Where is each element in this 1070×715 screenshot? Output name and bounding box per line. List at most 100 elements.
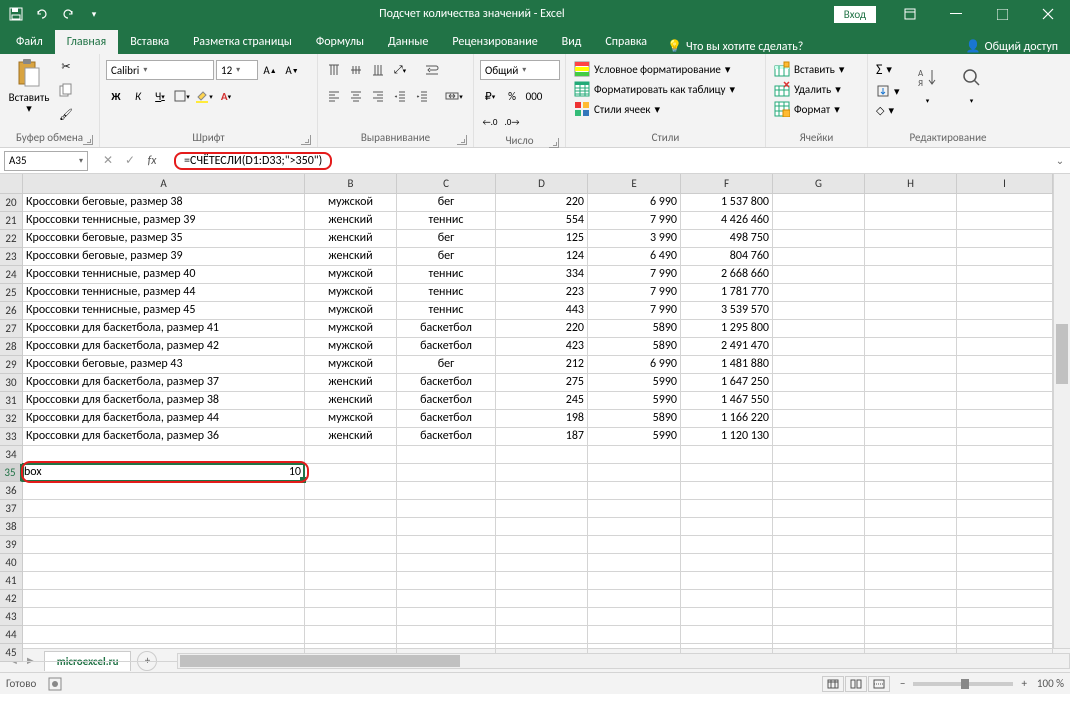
cell[interactable] <box>957 572 1053 590</box>
tab-help[interactable]: Справка <box>593 30 659 54</box>
decrease-font-button[interactable]: A▼ <box>282 60 302 80</box>
cell[interactable] <box>773 338 865 356</box>
cell[interactable]: мужской <box>305 302 397 320</box>
number-format-combo[interactable]: Общий▾ <box>480 60 560 80</box>
cell[interactable] <box>588 554 681 572</box>
cell[interactable] <box>23 482 305 500</box>
row-header[interactable]: 29 <box>0 356 22 374</box>
cell[interactable] <box>588 572 681 590</box>
cell[interactable] <box>23 446 305 464</box>
cell[interactable] <box>957 410 1053 428</box>
tab-pagelayout[interactable]: Разметка страницы <box>181 30 304 54</box>
cell[interactable] <box>865 392 957 410</box>
find-select-button[interactable]: ▾ <box>954 60 990 107</box>
cell[interactable]: 187 <box>496 428 588 446</box>
cell[interactable]: теннис <box>397 266 496 284</box>
increase-font-button[interactable]: A▲ <box>260 60 280 80</box>
cell[interactable] <box>957 626 1053 644</box>
cell[interactable] <box>588 446 681 464</box>
row-header[interactable]: 38 <box>0 518 22 536</box>
cell[interactable]: Кроссовки теннисные, размер 44 <box>23 284 305 302</box>
cell[interactable] <box>957 194 1053 212</box>
tab-review[interactable]: Рецензирование <box>440 30 549 54</box>
cell[interactable]: 2 491 470 <box>681 338 773 356</box>
cell[interactable] <box>588 464 681 482</box>
cell[interactable] <box>773 284 865 302</box>
cell[interactable]: теннис <box>397 302 496 320</box>
row-header[interactable]: 41 <box>0 572 22 590</box>
insert-function-button[interactable]: fx <box>142 151 162 171</box>
cell[interactable] <box>681 536 773 554</box>
cell[interactable] <box>865 410 957 428</box>
tab-insert[interactable]: Вставка <box>118 30 181 54</box>
cell[interactable] <box>957 212 1053 230</box>
wrap-text-button[interactable] <box>422 60 442 80</box>
cell[interactable] <box>496 536 588 554</box>
cell[interactable] <box>397 572 496 590</box>
cell[interactable]: баскетбол <box>397 410 496 428</box>
cell[interactable]: Кроссовки для баскетбола, размер 36 <box>23 428 305 446</box>
cell[interactable] <box>588 626 681 644</box>
cell[interactable] <box>588 482 681 500</box>
cell[interactable] <box>681 626 773 644</box>
font-size-combo[interactable]: 12▾ <box>216 60 258 80</box>
align-center-button[interactable] <box>346 86 366 106</box>
cell[interactable] <box>773 482 865 500</box>
cell[interactable] <box>588 536 681 554</box>
row-header[interactable]: 28 <box>0 338 22 356</box>
cell[interactable] <box>865 248 957 266</box>
cell[interactable]: 198 <box>496 410 588 428</box>
cell[interactable] <box>305 482 397 500</box>
cell[interactable]: 7 990 <box>588 284 681 302</box>
cell[interactable]: 245 <box>496 392 588 410</box>
cell[interactable] <box>773 428 865 446</box>
cell[interactable] <box>957 428 1053 446</box>
row-header[interactable]: 25 <box>0 284 22 302</box>
cell[interactable]: женский <box>305 248 397 266</box>
comma-format-button[interactable]: 000 <box>524 86 544 106</box>
cell-styles-button[interactable]: Стили ячеек▾ <box>572 100 662 118</box>
cell[interactable] <box>773 194 865 212</box>
cell[interactable]: 423 <box>496 338 588 356</box>
maximize-button[interactable] <box>980 0 1024 28</box>
ribbon-display-options[interactable] <box>888 0 932 28</box>
row-header[interactable]: 26 <box>0 302 22 320</box>
increase-decimal-button[interactable]: ←.0 <box>480 112 500 132</box>
cell[interactable] <box>865 428 957 446</box>
cell[interactable] <box>681 464 773 482</box>
page-layout-view-button[interactable] <box>845 676 867 692</box>
paste-button[interactable]: Вставить▾ <box>6 56 52 116</box>
zoom-level[interactable]: 100 % <box>1037 677 1064 690</box>
cell[interactable] <box>23 518 305 536</box>
row-header[interactable]: 31 <box>0 392 22 410</box>
save-button[interactable] <box>4 2 28 26</box>
cell[interactable]: 498 750 <box>681 230 773 248</box>
cell[interactable]: 212 <box>496 356 588 374</box>
cell[interactable] <box>305 608 397 626</box>
cell[interactable]: 804 760 <box>681 248 773 266</box>
cell[interactable]: 220 <box>496 194 588 212</box>
cell[interactable]: женский <box>305 428 397 446</box>
cell[interactable] <box>397 608 496 626</box>
cell[interactable] <box>773 536 865 554</box>
fill-color-button[interactable]: ▾ <box>194 86 214 106</box>
cell[interactable]: 1 647 250 <box>681 374 773 392</box>
cell[interactable] <box>496 482 588 500</box>
cell[interactable] <box>957 554 1053 572</box>
align-top-button[interactable] <box>324 60 344 80</box>
cell[interactable]: баскетбол <box>397 320 496 338</box>
cell[interactable] <box>773 590 865 608</box>
cell[interactable] <box>496 554 588 572</box>
cell[interactable] <box>773 248 865 266</box>
cell[interactable] <box>397 482 496 500</box>
accounting-format-button[interactable]: ₽▾ <box>480 86 500 106</box>
row-header[interactable]: 20 <box>0 194 22 212</box>
format-painter-button[interactable]: 🖌 <box>56 104 76 124</box>
cell[interactable]: Кроссовки беговые, размер 39 <box>23 248 305 266</box>
cell[interactable] <box>681 590 773 608</box>
cell[interactable] <box>865 500 957 518</box>
cell[interactable] <box>865 230 957 248</box>
cell[interactable] <box>496 608 588 626</box>
cell[interactable]: 10 <box>23 464 305 482</box>
cell[interactable] <box>865 338 957 356</box>
